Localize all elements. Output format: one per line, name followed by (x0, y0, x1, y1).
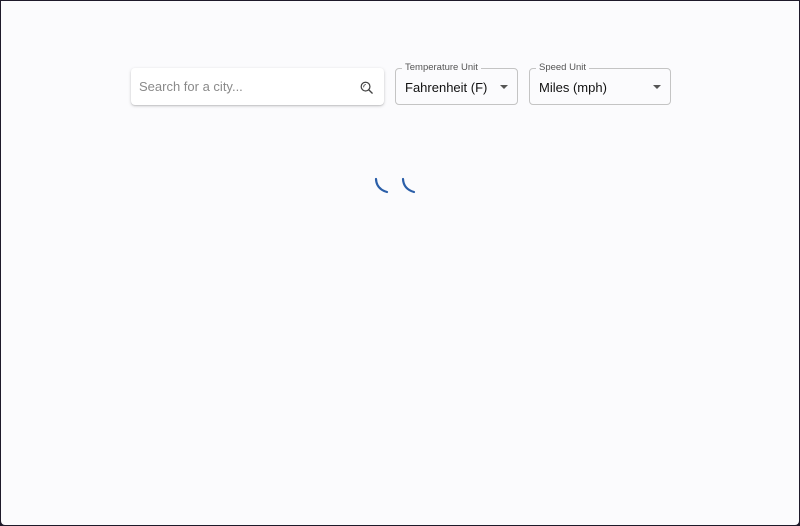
speed-unit-value: Miles (mph) (539, 80, 607, 95)
temperature-unit-label: Temperature Unit (402, 62, 481, 74)
chevron-down-icon (500, 85, 508, 89)
search-input[interactable] (131, 68, 346, 105)
chevron-down-icon (653, 85, 661, 89)
app-window: Temperature Unit Fahrenheit (F) Speed Un… (1, 1, 799, 525)
search-icon (360, 81, 373, 94)
temperature-unit-value: Fahrenheit (F) (405, 80, 488, 95)
loading-spinner-icon (374, 177, 416, 194)
search-button[interactable] (355, 76, 377, 98)
speed-unit-label: Speed Unit (536, 62, 590, 74)
temperature-unit-select[interactable]: Temperature Unit Fahrenheit (F) (395, 62, 518, 105)
spinner-arc-left (374, 177, 389, 194)
spinner-arc-right (401, 177, 416, 194)
speed-unit-select[interactable]: Speed Unit Miles (mph) (529, 62, 671, 105)
search-box (131, 68, 384, 105)
